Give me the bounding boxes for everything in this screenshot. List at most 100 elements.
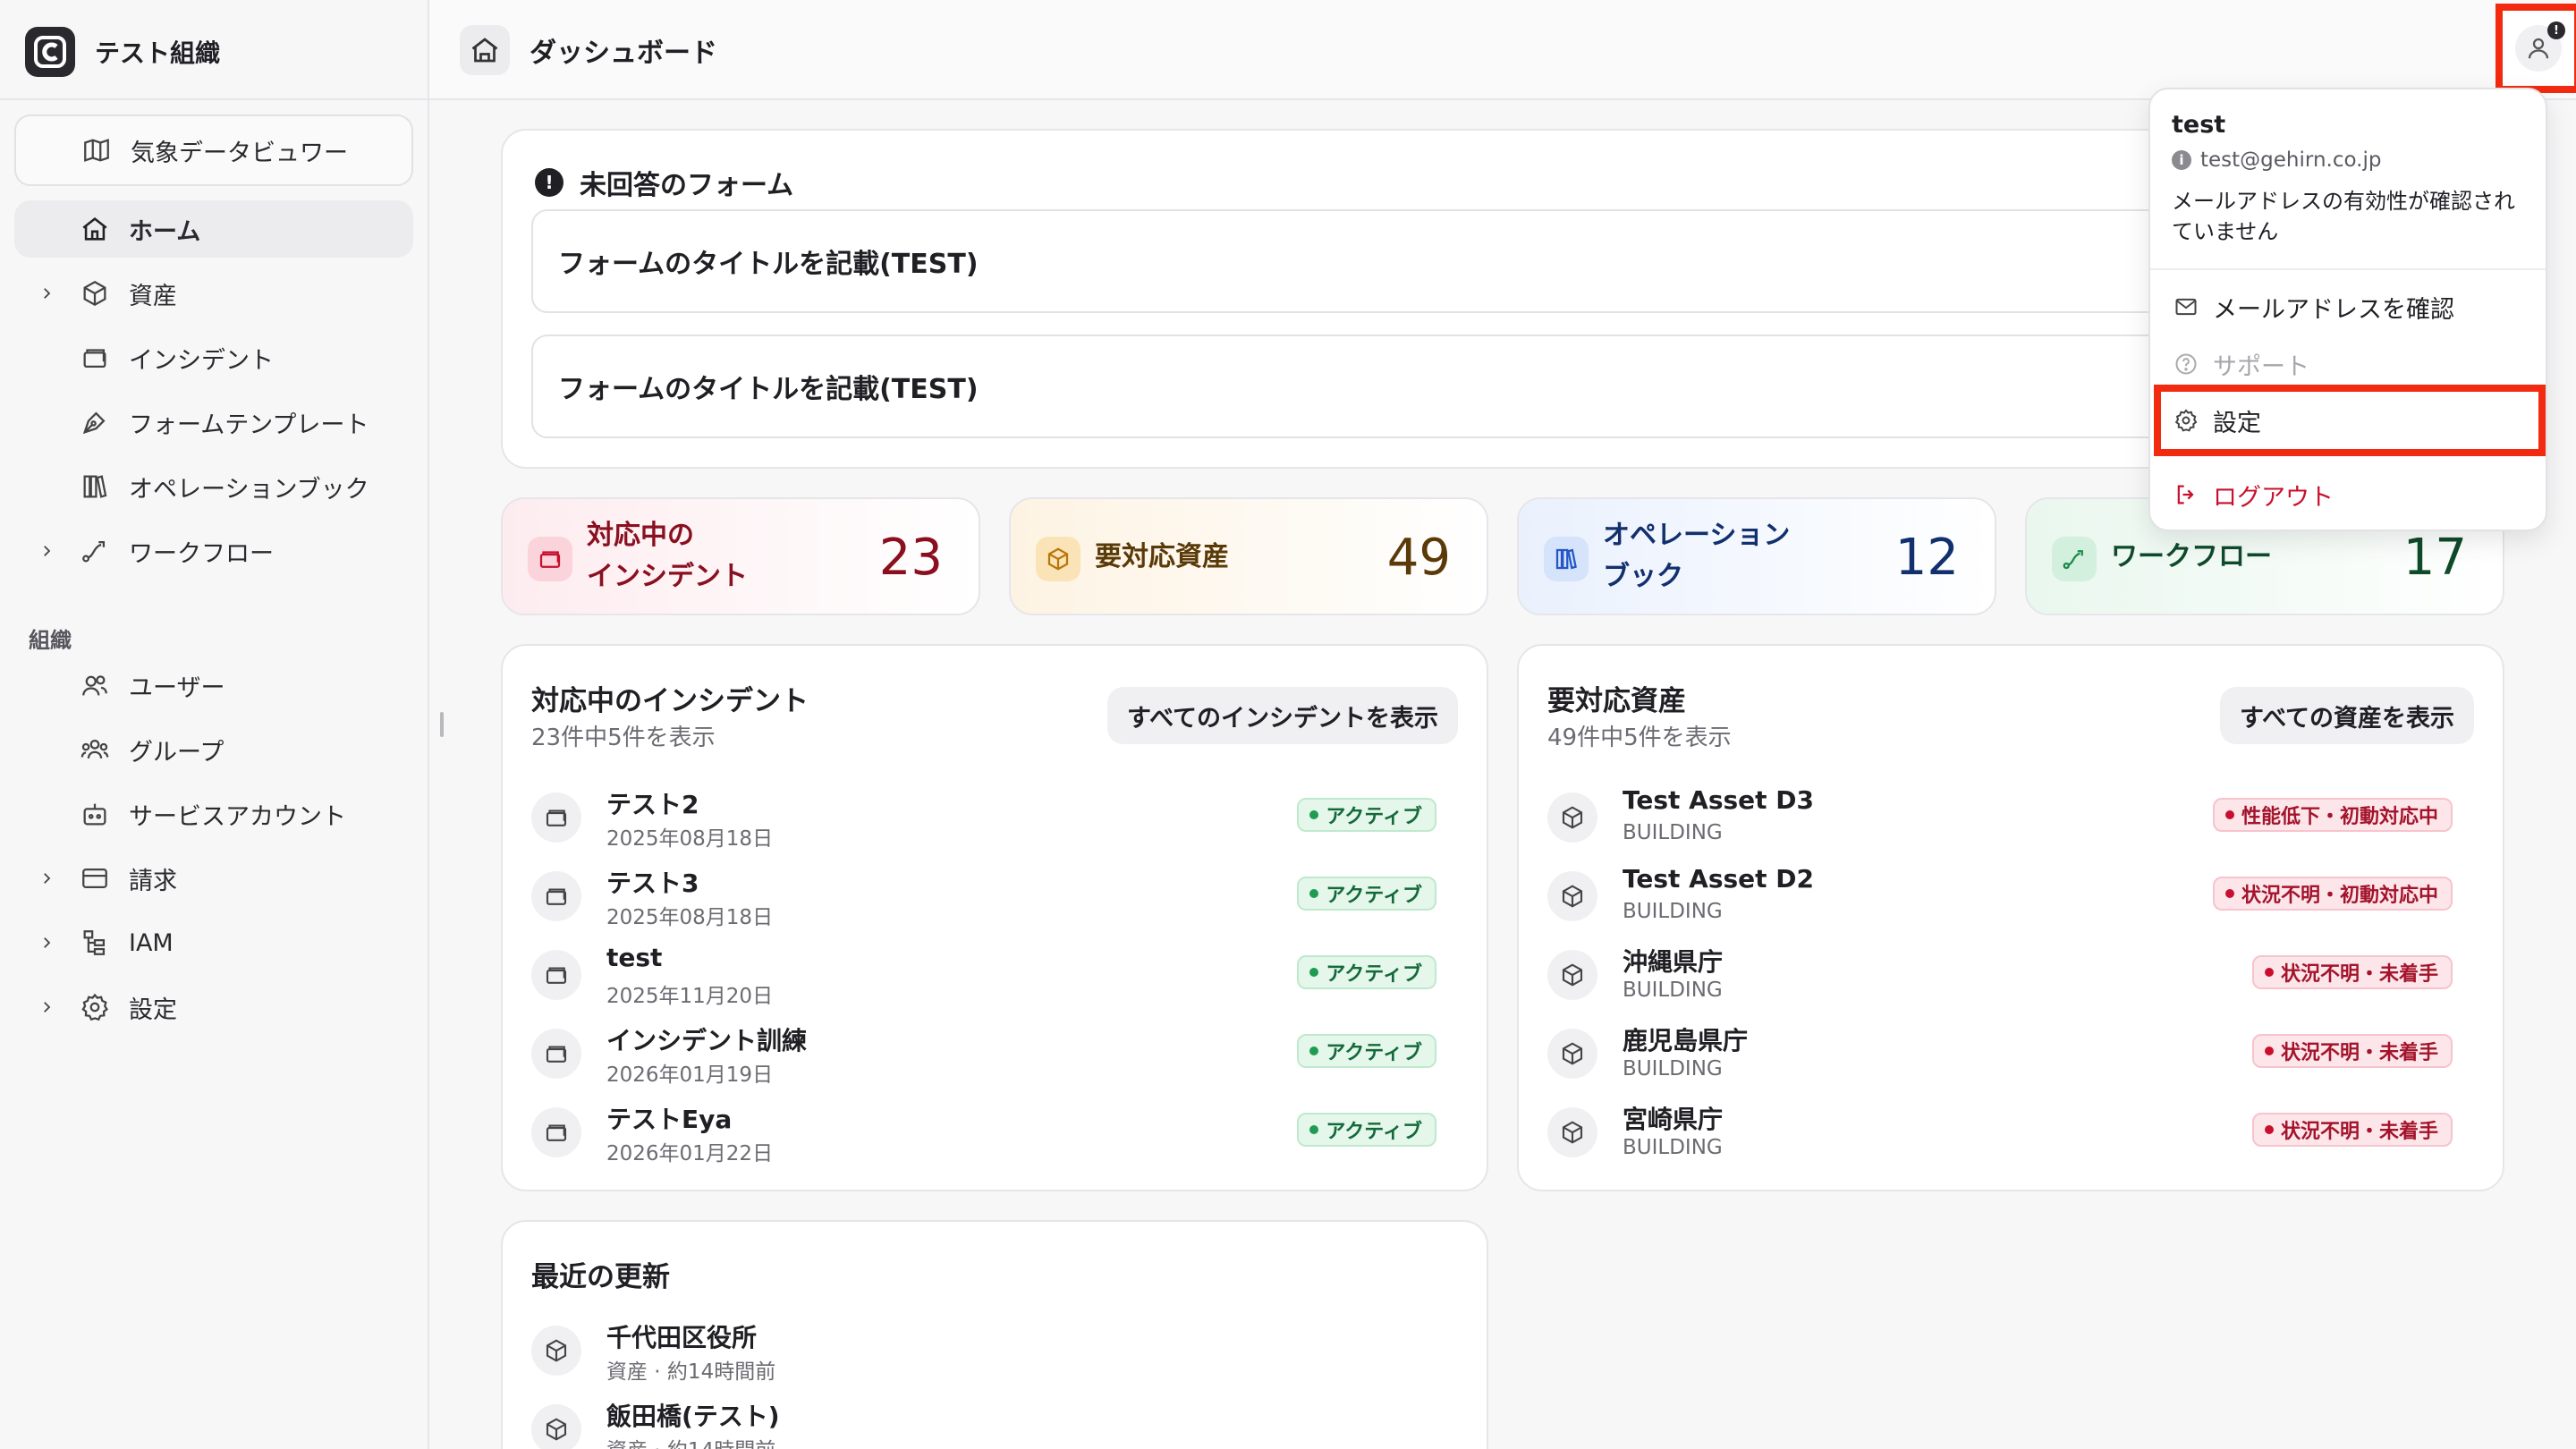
mail-icon (2175, 298, 2197, 316)
card-subtitle: 49件中5件を表示 (1547, 724, 1732, 751)
gear-icon (77, 989, 113, 1025)
list-item[interactable]: インシデント訓練 2026年01月19日 アクティブ (531, 1018, 1462, 1089)
chevron-right-icon[interactable] (36, 283, 57, 304)
stat-label: 対応中の (587, 520, 694, 551)
incident-name: test (606, 943, 663, 972)
chevron-right-icon[interactable] (36, 540, 57, 562)
stat-value: 49 (1386, 529, 1451, 587)
gear-icon (2174, 409, 2198, 432)
chevron-right-icon[interactable] (36, 996, 57, 1018)
list-item[interactable]: 千代田区役所 資産 · 約14時間前 (531, 1315, 1462, 1386)
sidebar-item-assets[interactable]: 資産 (14, 265, 413, 322)
list-item[interactable]: test 2025年11月20日 アクティブ (531, 939, 1462, 1011)
stat-label: ワークフロー (2111, 541, 2272, 572)
list-item[interactable]: テストEya 2026年01月22日 アクティブ (531, 1097, 1462, 1168)
sidebar-item-groups[interactable]: グループ (14, 721, 413, 778)
group-icon (77, 732, 113, 767)
asset-type: BUILDING (1623, 979, 1723, 1002)
cube-icon (1547, 1029, 1597, 1079)
list-item[interactable]: 沖縄県庁 BUILDING 状況不明・未着手 (1547, 939, 2478, 1011)
org-switcher[interactable]: テスト組織 (25, 27, 220, 77)
workflow-icon (77, 533, 113, 569)
sidebar-item-label: フォームテンプレート (129, 411, 369, 439)
sidebar-item-operation-books[interactable]: オペレーションブック (14, 458, 413, 515)
list-item[interactable]: 飯田橋(テスト) 資産 · 約14時間前 (531, 1394, 1462, 1449)
menu-item-logout[interactable]: ログアウト (2159, 469, 2537, 521)
list-item[interactable]: Test Asset D2 BUILDING 状況不明・初動対応中 (1547, 860, 2478, 932)
chevron-right-icon[interactable] (36, 868, 57, 889)
stat-card-incidents[interactable]: 対応中の インシデント 23 (501, 497, 980, 615)
sidebar-item-users[interactable]: ユーザー (14, 657, 413, 714)
card-title: 要対応資産 (1547, 685, 1686, 717)
user-icon (2528, 38, 2549, 59)
list-item[interactable]: テスト2 2025年08月18日 アクティブ (531, 782, 1462, 853)
stat-value: 23 (878, 529, 943, 587)
status-badge: 状況不明・未着手 (2251, 1034, 2453, 1068)
menu-item-verify-email[interactable]: メールアドレスを確認 (2159, 281, 2537, 333)
update-name: 飯田橋(テスト) (606, 1402, 780, 1431)
sidebar-item-service-accounts[interactable]: サービスアカウント (14, 785, 413, 843)
update-name: 千代田区役所 (606, 1323, 758, 1352)
sidebar-item-weather-viewer[interactable]: 気象データビュワー (14, 114, 413, 186)
sidebar-item-billing[interactable]: 請求 (14, 850, 413, 907)
home-icon (471, 38, 498, 63)
users-icon (77, 667, 113, 703)
list-item[interactable]: 鹿児島県庁 BUILDING 状況不明・未着手 (1547, 1018, 2478, 1089)
sidebar-item-label: IAM (129, 928, 174, 957)
asset-type: BUILDING (1623, 821, 1723, 844)
sidebar-item-label: オペレーションブック (129, 475, 369, 504)
user-menu-button[interactable]: ! (2496, 4, 2576, 93)
sidebar-item-label: ワークフロー (129, 539, 274, 568)
chevron-right-icon[interactable] (36, 932, 57, 953)
sidebar-divider (0, 98, 428, 100)
list-item[interactable]: 宮崎県庁 BUILDING 状況不明・未着手 (1547, 1097, 2478, 1168)
logout-icon (2177, 485, 2194, 504)
menu-item-label: ログアウト (2213, 483, 2334, 512)
menu-item-settings[interactable]: 設定 (2154, 385, 2546, 456)
exclamation-icon: ! (535, 168, 564, 197)
workflow-icon (2052, 537, 2097, 581)
incident-stack-icon (531, 1107, 581, 1157)
incident-name: テスト3 (606, 869, 699, 898)
cube-icon (1036, 537, 1080, 581)
status-badge: アクティブ (1297, 1034, 1436, 1068)
sidebar-item-label: ユーザー (129, 674, 225, 702)
robot-icon (77, 796, 113, 832)
sidebar-item-incidents[interactable]: インシデント (14, 329, 413, 386)
stat-card-operation-books[interactable]: オペレーション ブック 12 (1517, 497, 1996, 615)
menu-user-email: i test@gehirn.co.jp (2172, 148, 2381, 172)
sidebar-item-home[interactable]: ホーム (14, 200, 413, 258)
list-item[interactable]: テスト3 2025年08月18日 アクティブ (531, 860, 1462, 932)
list-item[interactable]: Test Asset D3 BUILDING 性能低下・初動対応中 (1547, 782, 2478, 853)
view-all-incidents-button[interactable]: すべてのインシデントを表示 (1106, 687, 1458, 744)
menu-item-support[interactable]: サポート (2159, 338, 2537, 390)
sidebar-resize-handle[interactable] (440, 712, 444, 737)
sidebar-item-label: ホーム (129, 217, 201, 246)
sidebar-item-iam[interactable]: IAM (14, 914, 413, 971)
alert-badge: ! (2547, 21, 2565, 39)
menu-email-text: test@gehirn.co.jp (2200, 148, 2382, 172)
asset-name: Test Asset D2 (1623, 864, 1815, 894)
avatar: ! (2515, 21, 2565, 72)
stat-label: オペレーション (1603, 520, 1791, 551)
cube-icon (1547, 950, 1597, 1000)
view-all-assets-button[interactable]: すべての資産を表示 (2219, 687, 2474, 744)
sidebar-item-label: サービスアカウント (129, 802, 346, 831)
stat-card-assets[interactable]: 要対応資産 49 (1009, 497, 1488, 615)
status-badge: 状況不明・未着手 (2251, 1113, 2453, 1147)
incident-date: 2026年01月19日 (606, 1063, 774, 1087)
menu-user-name: test (2172, 111, 2226, 139)
home-icon (77, 211, 113, 247)
sidebar-item-settings[interactable]: 設定 (14, 979, 413, 1036)
status-badge: アクティブ (1297, 955, 1436, 989)
sidebar-item-workflow[interactable]: ワークフロー (14, 522, 413, 580)
sidebar-item-label: 資産 (129, 282, 177, 310)
sidebar-item-form-templates[interactable]: フォームテンプレート (14, 394, 413, 451)
update-meta: 資産 · 約14時間前 (606, 1433, 775, 1449)
stat-value: 17 (2402, 529, 2467, 587)
incident-date: 2026年01月22日 (606, 1142, 774, 1165)
asset-type: BUILDING (1623, 900, 1723, 923)
card-title: 対応中のインシデント (531, 685, 809, 717)
incident-stack-icon (531, 792, 581, 843)
home-button[interactable] (460, 25, 510, 75)
